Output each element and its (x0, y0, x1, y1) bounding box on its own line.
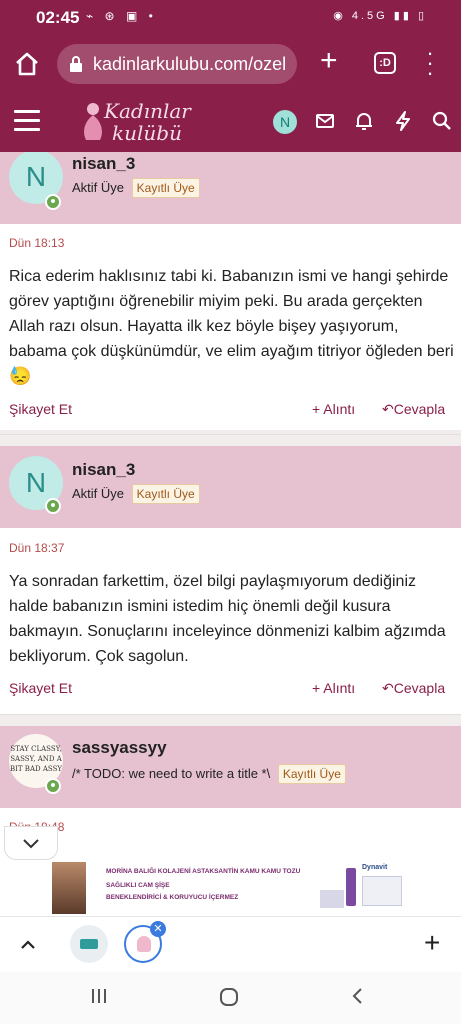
bolt-icon[interactable] (392, 110, 414, 132)
chevron-down-icon (23, 839, 39, 849)
username[interactable]: sassyassyy (72, 738, 167, 758)
browser-bottom-bar: ✕ + (0, 916, 461, 972)
tab-switch-button[interactable]: ✕ (124, 921, 166, 963)
ad-product-image: Dynavit (320, 864, 406, 912)
post-header: N nisan_3 Aktif Üye Kayıtlı Üye (0, 152, 461, 224)
logo-text: Kadınlar kulübü (104, 100, 191, 144)
reply-button[interactable]: ↶Cevapla (382, 680, 445, 697)
avatar-caption: STAY CLASSY, SASSY, AND A BIT BAD ASSY (10, 745, 62, 773)
logo-line1: Kadınlar (104, 99, 191, 123)
post-2: N nisan_3 Aktif Üye Kayıtlı Üye Dün 18:3… (0, 446, 461, 714)
extension-button[interactable] (70, 925, 108, 963)
url-text: kadinlarkulubu.com/ozel (93, 54, 287, 74)
mail-icon[interactable] (314, 110, 336, 132)
search-icon[interactable] (431, 110, 453, 132)
bell-icon[interactable] (353, 110, 375, 132)
network-label: 4.5G (351, 10, 388, 22)
reply-icon: ↶ (382, 680, 394, 696)
ad-brand: Dynavit (362, 864, 388, 871)
online-status-icon (45, 498, 61, 514)
post-message: Rica ederim haklısınız tabi ki. Babanızı… (9, 264, 457, 390)
logo-figure-icon (84, 103, 102, 140)
ad-line1: MORİNA BALIĞI KOLAJENİ ASTAKSANTİN KAMU … (106, 868, 301, 875)
browser-toolbar: kadinlarkulubu.com/ozel + :D · · · (0, 36, 461, 92)
plus-icon[interactable]: + (424, 927, 440, 959)
online-status-icon (45, 194, 61, 210)
user-title: Aktif Üye Kayıtlı Üye (72, 484, 200, 504)
site-logo[interactable]: Kadınlar kulübü (80, 96, 191, 148)
post-message: Ya sonradan farkettim, özel bilgi paylaş… (9, 573, 446, 665)
post-header: N nisan_3 Aktif Üye Kayıtlı Üye (0, 446, 461, 528)
hamburger-icon[interactable] (14, 110, 40, 132)
message-text: Rica ederim haklısınız tabi ki. Babanızı… (9, 268, 454, 360)
status-bar: 02:45 ⌁ ⊛ ▣ • ◉ 4.5G ▮▮ ▯ (0, 0, 461, 36)
site-favicon-icon (137, 936, 151, 952)
user-title: Aktif Üye Kayıtlı Üye (72, 178, 200, 198)
extension-icon (80, 939, 98, 949)
notification-icons: ⌁ ⊛ ▣ • (86, 9, 157, 23)
chevron-up-icon[interactable] (18, 935, 38, 955)
lock-icon (70, 56, 82, 72)
reply-icon: ↶ (382, 401, 394, 417)
report-button[interactable]: Şikayet Et (9, 680, 72, 696)
new-tab-icon[interactable]: + (320, 46, 338, 76)
role-label: Aktif Üye (72, 486, 125, 501)
back-icon[interactable] (348, 986, 368, 1006)
recents-icon[interactable] (89, 986, 109, 1006)
post-date[interactable]: Dün 18:13 (9, 236, 64, 250)
logo-line2: kulübü (112, 121, 182, 145)
member-badge: Kayıtlı Üye (131, 484, 200, 504)
scroll-down-button[interactable] (4, 826, 58, 860)
ad-line3: BENEKLENDİRİCİ & KORUYUCU İÇERMEZ (106, 894, 239, 901)
url-field[interactable]: kadinlarkulubu.com/ozel (57, 44, 297, 84)
tabs-button[interactable]: :D (374, 52, 396, 74)
role-label: Aktif Üye (72, 180, 125, 195)
home-nav-icon[interactable] (218, 986, 240, 1008)
thread-content: N nisan_3 Aktif Üye Kayıtlı Üye Dün 18:1… (0, 152, 461, 916)
ad-banner[interactable]: MORİNA BALIĞI KOLAJENİ ASTAKSANTİN KAMU … (50, 860, 412, 916)
username[interactable]: nisan_3 (72, 460, 135, 480)
username[interactable]: nisan_3 (72, 154, 135, 174)
divider (0, 434, 461, 435)
reply-label: Cevapla (393, 680, 446, 696)
post-1: N nisan_3 Aktif Üye Kayıtlı Üye Dün 18:1… (0, 152, 461, 430)
ad-model-image (52, 862, 86, 914)
post-header: STAY CLASSY, SASSY, AND A BIT BAD ASSY s… (0, 726, 461, 808)
more-vert-icon[interactable]: · · · (420, 42, 440, 84)
system-nav-bar (0, 972, 461, 1024)
status-time: 02:45 (36, 8, 80, 27)
ad-line2: SAĞLIKLI CAM ŞİŞE (106, 882, 170, 889)
user-title: /* TODO: we need to write a title *\ Kay… (72, 764, 346, 784)
user-avatar[interactable]: N (273, 110, 297, 134)
role-label: /* TODO: we need to write a title *\ (72, 766, 271, 781)
sad-emoji-icon: 😓 (9, 366, 32, 386)
report-button[interactable]: Şikayet Et (9, 401, 72, 417)
divider (0, 714, 461, 715)
quote-button[interactable]: + Alıntı (312, 401, 355, 417)
quote-button[interactable]: + Alıntı (312, 680, 355, 696)
member-badge: Kayıtlı Üye (277, 764, 346, 784)
reply-button[interactable]: ↶Cevapla (382, 401, 445, 418)
site-header: Kadınlar kulübü N (0, 92, 461, 152)
post-date[interactable]: Dün 18:37 (9, 541, 64, 555)
online-status-icon (45, 778, 61, 794)
system-icons: ◉ 4.5G ▮▮ ▯ (333, 10, 427, 22)
reply-label: Cevapla (393, 401, 446, 417)
home-icon[interactable] (13, 50, 41, 78)
close-icon[interactable]: ✕ (150, 921, 166, 937)
member-badge: Kayıtlı Üye (131, 178, 200, 198)
